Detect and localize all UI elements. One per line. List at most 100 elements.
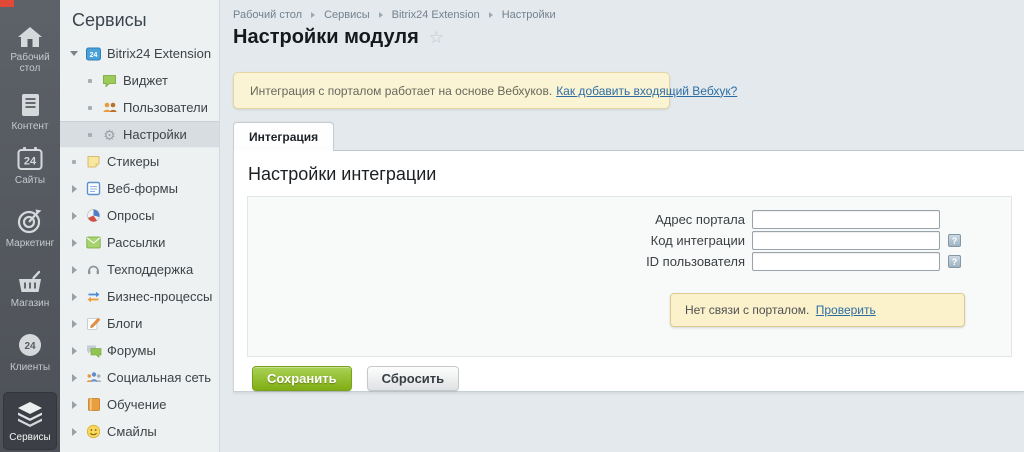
chevron-right-icon[interactable]: [66, 212, 82, 220]
rail-item-desktop[interactable]: Рабочий стол: [0, 26, 60, 74]
form-buttons: Сохранить Сбросить: [252, 366, 459, 391]
sidebar: Сервисы 24 Bitrix24 Extension Виджет Пол…: [60, 0, 220, 452]
sidebar-item-settings[interactable]: Настройки: [60, 121, 219, 148]
calendar24-icon: 24: [0, 146, 60, 171]
rail-item-shop[interactable]: Магазин: [0, 270, 60, 309]
form-row-integration-code: Код интеграции: [248, 230, 1011, 251]
bullet-icon: [82, 79, 98, 83]
sidebar-item-forums[interactable]: Форумы: [60, 337, 219, 364]
rail-item-label: Магазин: [11, 298, 50, 309]
field-label: ID пользователя: [248, 254, 752, 269]
sidebar-tree: 24 Bitrix24 Extension Виджет Пользовател…: [60, 40, 219, 452]
sidebar-item-support[interactable]: Техподдержка: [60, 256, 219, 283]
sidebar-item-polls[interactable]: Опросы: [60, 202, 219, 229]
rail-item-sites[interactable]: 24 Сайты: [0, 146, 60, 186]
rail-item-label: Рабочий стол: [10, 52, 49, 74]
star-outline-icon[interactable]: ☆: [429, 28, 444, 48]
integration-form: Адрес портала Код интеграции ID пользова…: [247, 196, 1012, 357]
sidebar-item-social[interactable]: Социальная сеть: [60, 364, 219, 391]
bullet-icon: [82, 133, 98, 137]
basket-icon: [0, 270, 60, 294]
reset-button[interactable]: Сбросить: [367, 366, 460, 391]
breadcrumb: Рабочий стол Сервисы Bitrix24 Extension …: [233, 9, 556, 21]
sidebar-item-mailings[interactable]: Рассылки: [60, 229, 219, 256]
sidebar-item-label: Смайлы: [107, 424, 157, 439]
save-button[interactable]: Сохранить: [252, 366, 352, 391]
bizproc-icon: [85, 289, 102, 305]
integration-code-input[interactable]: [752, 231, 940, 250]
chevron-right-icon[interactable]: [66, 266, 82, 274]
rail-item-label: Контент: [11, 121, 48, 132]
sidebar-item-users[interactable]: Пользователи: [60, 94, 219, 121]
webform-icon: [85, 181, 102, 197]
sidebar-item-label: Рассылки: [107, 235, 165, 250]
breadcrumb-link[interactable]: Bitrix24 Extension: [392, 9, 480, 21]
chevron-right-icon[interactable]: [66, 401, 82, 409]
sidebar-item-smileys[interactable]: Смайлы: [60, 418, 219, 445]
smiley-icon: [85, 424, 102, 440]
svg-text:24: 24: [24, 156, 37, 168]
left-rail: Рабочий стол Контент 24 Сайты Маркетинг …: [0, 0, 60, 452]
help-icon[interactable]: [948, 234, 961, 247]
svg-text:24: 24: [90, 52, 98, 59]
sidebar-item-label: Социальная сеть: [107, 370, 211, 385]
sidebar-item-webforms[interactable]: Веб-формы: [60, 175, 219, 202]
tab-integration[interactable]: Интеграция: [233, 122, 334, 151]
rail-item-services[interactable]: Сервисы: [3, 392, 57, 450]
bullet-icon: [66, 160, 82, 164]
social-icon: [85, 370, 102, 386]
sidebar-item-label: Bitrix24 Extension: [107, 46, 211, 61]
target-icon: [0, 208, 60, 234]
help-icon[interactable]: [948, 255, 961, 268]
chevron-right-icon[interactable]: [66, 374, 82, 382]
field-label: Код интеграции: [248, 233, 752, 248]
sidebar-item-blogs[interactable]: Блоги: [60, 310, 219, 337]
rail-item-label: Сервисы: [9, 432, 50, 443]
circle24-icon: 24: [0, 332, 60, 358]
field-label: Адрес портала: [248, 212, 752, 227]
sidebar-item-label: Опросы: [107, 208, 154, 223]
sidebar-item-bitrix24-extension[interactable]: 24 Bitrix24 Extension: [60, 40, 219, 67]
user-id-input[interactable]: [752, 252, 940, 271]
chevron-right-icon[interactable]: [66, 239, 82, 247]
tab-label: Интеграция: [249, 130, 318, 144]
sidebar-item-bizproc[interactable]: Бизнес-процессы: [60, 283, 219, 310]
rail-item-clients[interactable]: 24 Клиенты: [0, 332, 60, 373]
breadcrumb-link[interactable]: Настройки: [502, 9, 556, 21]
page-title: Настройки модуля: [233, 26, 419, 49]
add-webhook-link[interactable]: Как добавить входящий Вебхук?: [556, 84, 737, 98]
form-row-user-id: ID пользователя: [248, 251, 1011, 272]
bullet-icon: [82, 106, 98, 110]
sidebar-item-label: Пользователи: [123, 100, 208, 115]
breadcrumb-link[interactable]: Рабочий стол: [233, 9, 302, 21]
sidebar-item-widget[interactable]: Виджет: [60, 67, 219, 94]
chevron-down-icon[interactable]: [66, 51, 82, 56]
rail-item-label: Сайты: [15, 175, 45, 186]
breadcrumb-link[interactable]: Сервисы: [324, 9, 370, 21]
sidebar-title: Сервисы: [72, 10, 147, 31]
form-row-portal-address: Адрес портала: [248, 209, 1011, 230]
breadcrumb-separator-icon: [311, 12, 315, 18]
check-connection-link[interactable]: Проверить: [816, 303, 876, 317]
book-icon: [85, 397, 102, 413]
chevron-right-icon[interactable]: [66, 293, 82, 301]
svg-text:24: 24: [24, 341, 36, 352]
chevron-right-icon[interactable]: [66, 320, 82, 328]
sticker-icon: [85, 154, 102, 170]
portal-address-input[interactable]: [752, 210, 940, 229]
rail-item-content[interactable]: Контент: [0, 93, 60, 132]
sidebar-item-clipped[interactable]: [60, 445, 219, 452]
sidebar-item-stickers[interactable]: Стикеры: [60, 148, 219, 175]
layers-icon: [3, 400, 57, 428]
main-content: Рабочий стол Сервисы Bitrix24 Extension …: [220, 0, 1024, 452]
chevron-right-icon[interactable]: [66, 428, 82, 436]
rail-item-label: Маркетинг: [6, 238, 55, 249]
envelope-icon: [85, 235, 102, 251]
connection-status-box: Нет связи с порталом. Проверить: [670, 293, 965, 327]
sidebar-item-label: Обучение: [107, 397, 166, 412]
sidebar-item-training[interactable]: Обучение: [60, 391, 219, 418]
chevron-right-icon[interactable]: [66, 347, 82, 355]
rail-item-marketing[interactable]: Маркетинг: [0, 208, 60, 249]
sidebar-item-label: Виджет: [123, 73, 168, 88]
chevron-right-icon[interactable]: [66, 185, 82, 193]
